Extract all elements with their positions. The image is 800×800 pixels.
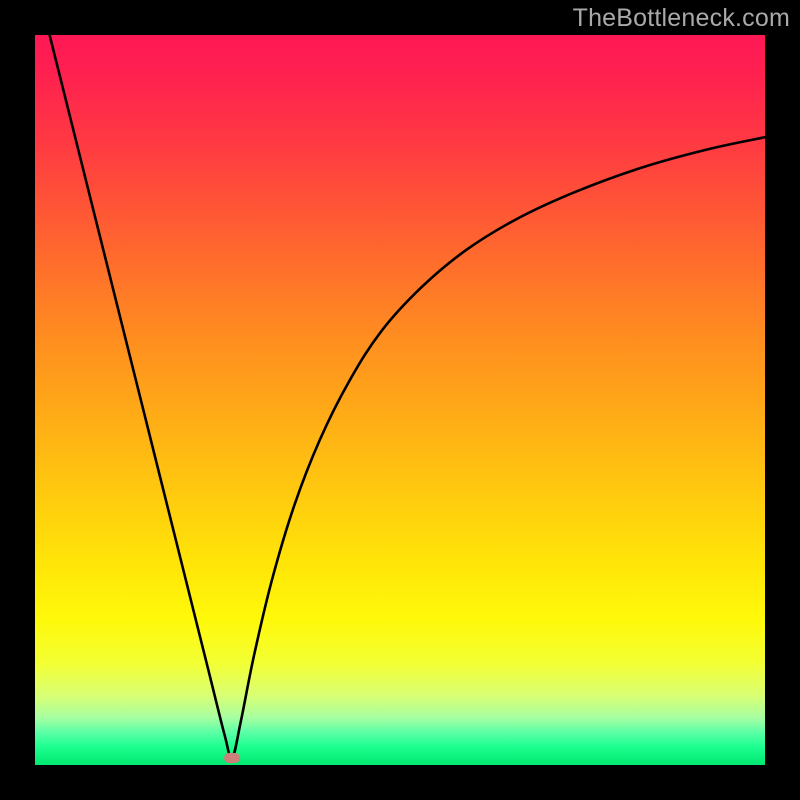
watermark-text: TheBottleneck.com: [573, 4, 790, 33]
plot-area: [35, 35, 765, 765]
bottleneck-curve: [35, 35, 765, 765]
minimum-marker: [224, 753, 240, 763]
chart-frame: TheBottleneck.com: [0, 0, 800, 800]
